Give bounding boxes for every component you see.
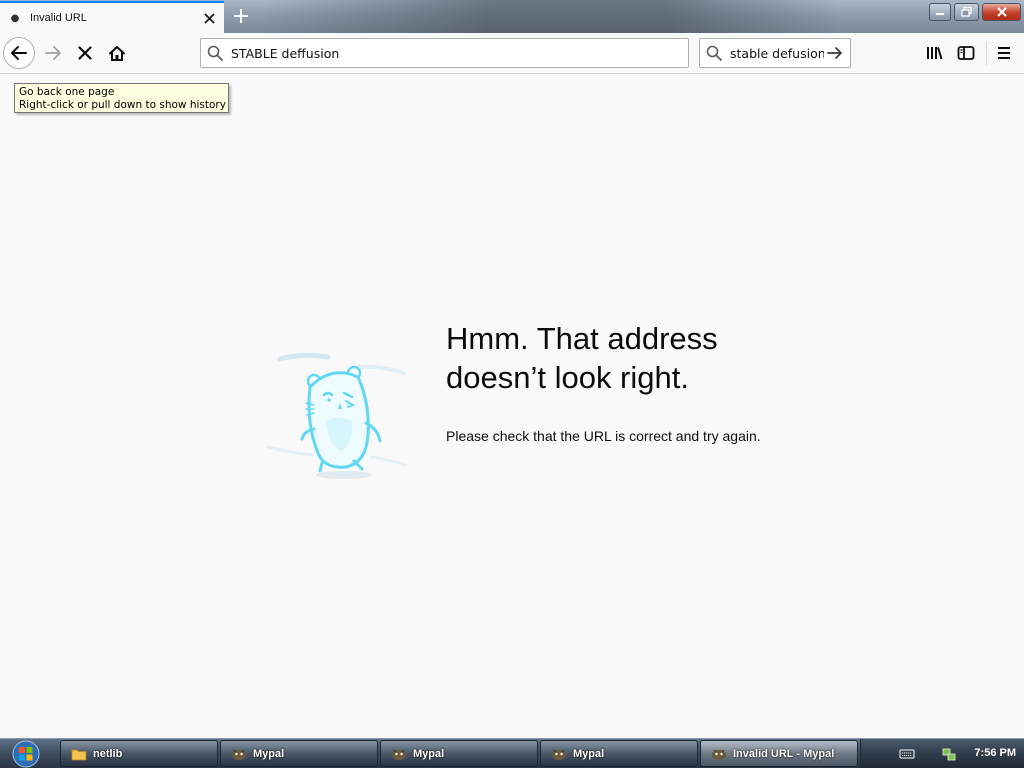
tooltip-line-2: Right-click or pull down to show history [19,99,226,111]
error-title: Hmm. That address doesn’t look right. [446,319,866,397]
home-icon [109,45,125,61]
taskbar-item-label: Mypal [413,747,445,760]
minimize-icon[interactable] [929,3,951,21]
stop-icon [78,46,92,60]
forward-arrow-icon [45,46,61,60]
back-arrow-icon [11,46,27,60]
folder-icon [71,746,87,762]
dot-icon: ● [10,12,20,24]
toolbar-separator [986,41,987,65]
stop-button[interactable] [69,37,101,69]
start-button[interactable] [6,740,46,768]
taskbar-item-label: Mypal [253,747,285,760]
taskbar-item-mypal-3[interactable]: Mypal [540,740,698,767]
back-button[interactable] [3,37,35,69]
hamburger-menu-icon [998,47,1010,59]
sidebar-icon [957,46,975,60]
taskbar: netlib Mypal Mypal Mypal Invalid URL - M… [0,738,1024,768]
taskbar-item-label: netlib [93,747,123,760]
mypal-icon [711,746,727,762]
url-bar[interactable] [200,38,689,68]
plus-icon[interactable] [229,4,253,28]
forward-button[interactable] [37,37,69,69]
error-title-line-1: Hmm. That address [446,321,718,356]
search-icon [706,45,730,61]
mypal-icon [551,746,567,762]
error-page: Hmm. That address doesn’t look right. Pl… [0,75,1024,738]
taskbar-item-netlib[interactable]: netlib [60,740,218,767]
network-icon[interactable] [941,746,957,765]
sidebar-button[interactable] [950,37,982,69]
search-input[interactable] [730,45,824,61]
taskbar-item-mypal-1[interactable]: Mypal [220,740,378,767]
go-arrow-icon[interactable] [824,46,846,60]
close-icon[interactable] [198,7,220,29]
tab-title: Invalid URL [30,12,87,24]
navigation-toolbar [0,33,1024,74]
title-bar-shade [260,0,840,33]
mypal-icon [231,746,247,762]
keyboard-icon[interactable] [899,748,915,763]
close-window-icon[interactable] [982,3,1021,21]
error-description: Please check that the URL is correct and… [446,428,761,444]
title-bar: ● Invalid URL [0,0,1024,33]
clock[interactable]: 7:56 PM [974,747,1016,759]
search-bar[interactable] [699,38,851,68]
taskbar-item-mypal-2[interactable]: Mypal [380,740,538,767]
tooltip-line-1: Go back one page [19,86,115,98]
system-tray: 7:56 PM [860,739,1024,768]
taskbar-item-label: Invalid URL - Mypal [733,747,835,760]
maximize-icon[interactable] [954,3,979,21]
home-button[interactable] [101,37,133,69]
windows-logo-icon [12,740,40,768]
library-button[interactable] [918,37,950,69]
mypal-icon [391,746,407,762]
back-button-tooltip: Go back one page Right-click or pull dow… [14,83,229,113]
url-input[interactable] [231,45,688,61]
taskbar-item-invalid-url[interactable]: Invalid URL - Mypal [700,740,858,767]
search-icon [207,45,231,61]
taskbar-item-label: Mypal [573,747,605,760]
tab-invalid-url[interactable]: ● Invalid URL [0,1,224,33]
library-icon [927,47,943,60]
confused-hamster-icon [266,352,408,479]
menu-button[interactable] [988,37,1020,69]
error-title-line-2: doesn’t look right. [446,360,689,395]
